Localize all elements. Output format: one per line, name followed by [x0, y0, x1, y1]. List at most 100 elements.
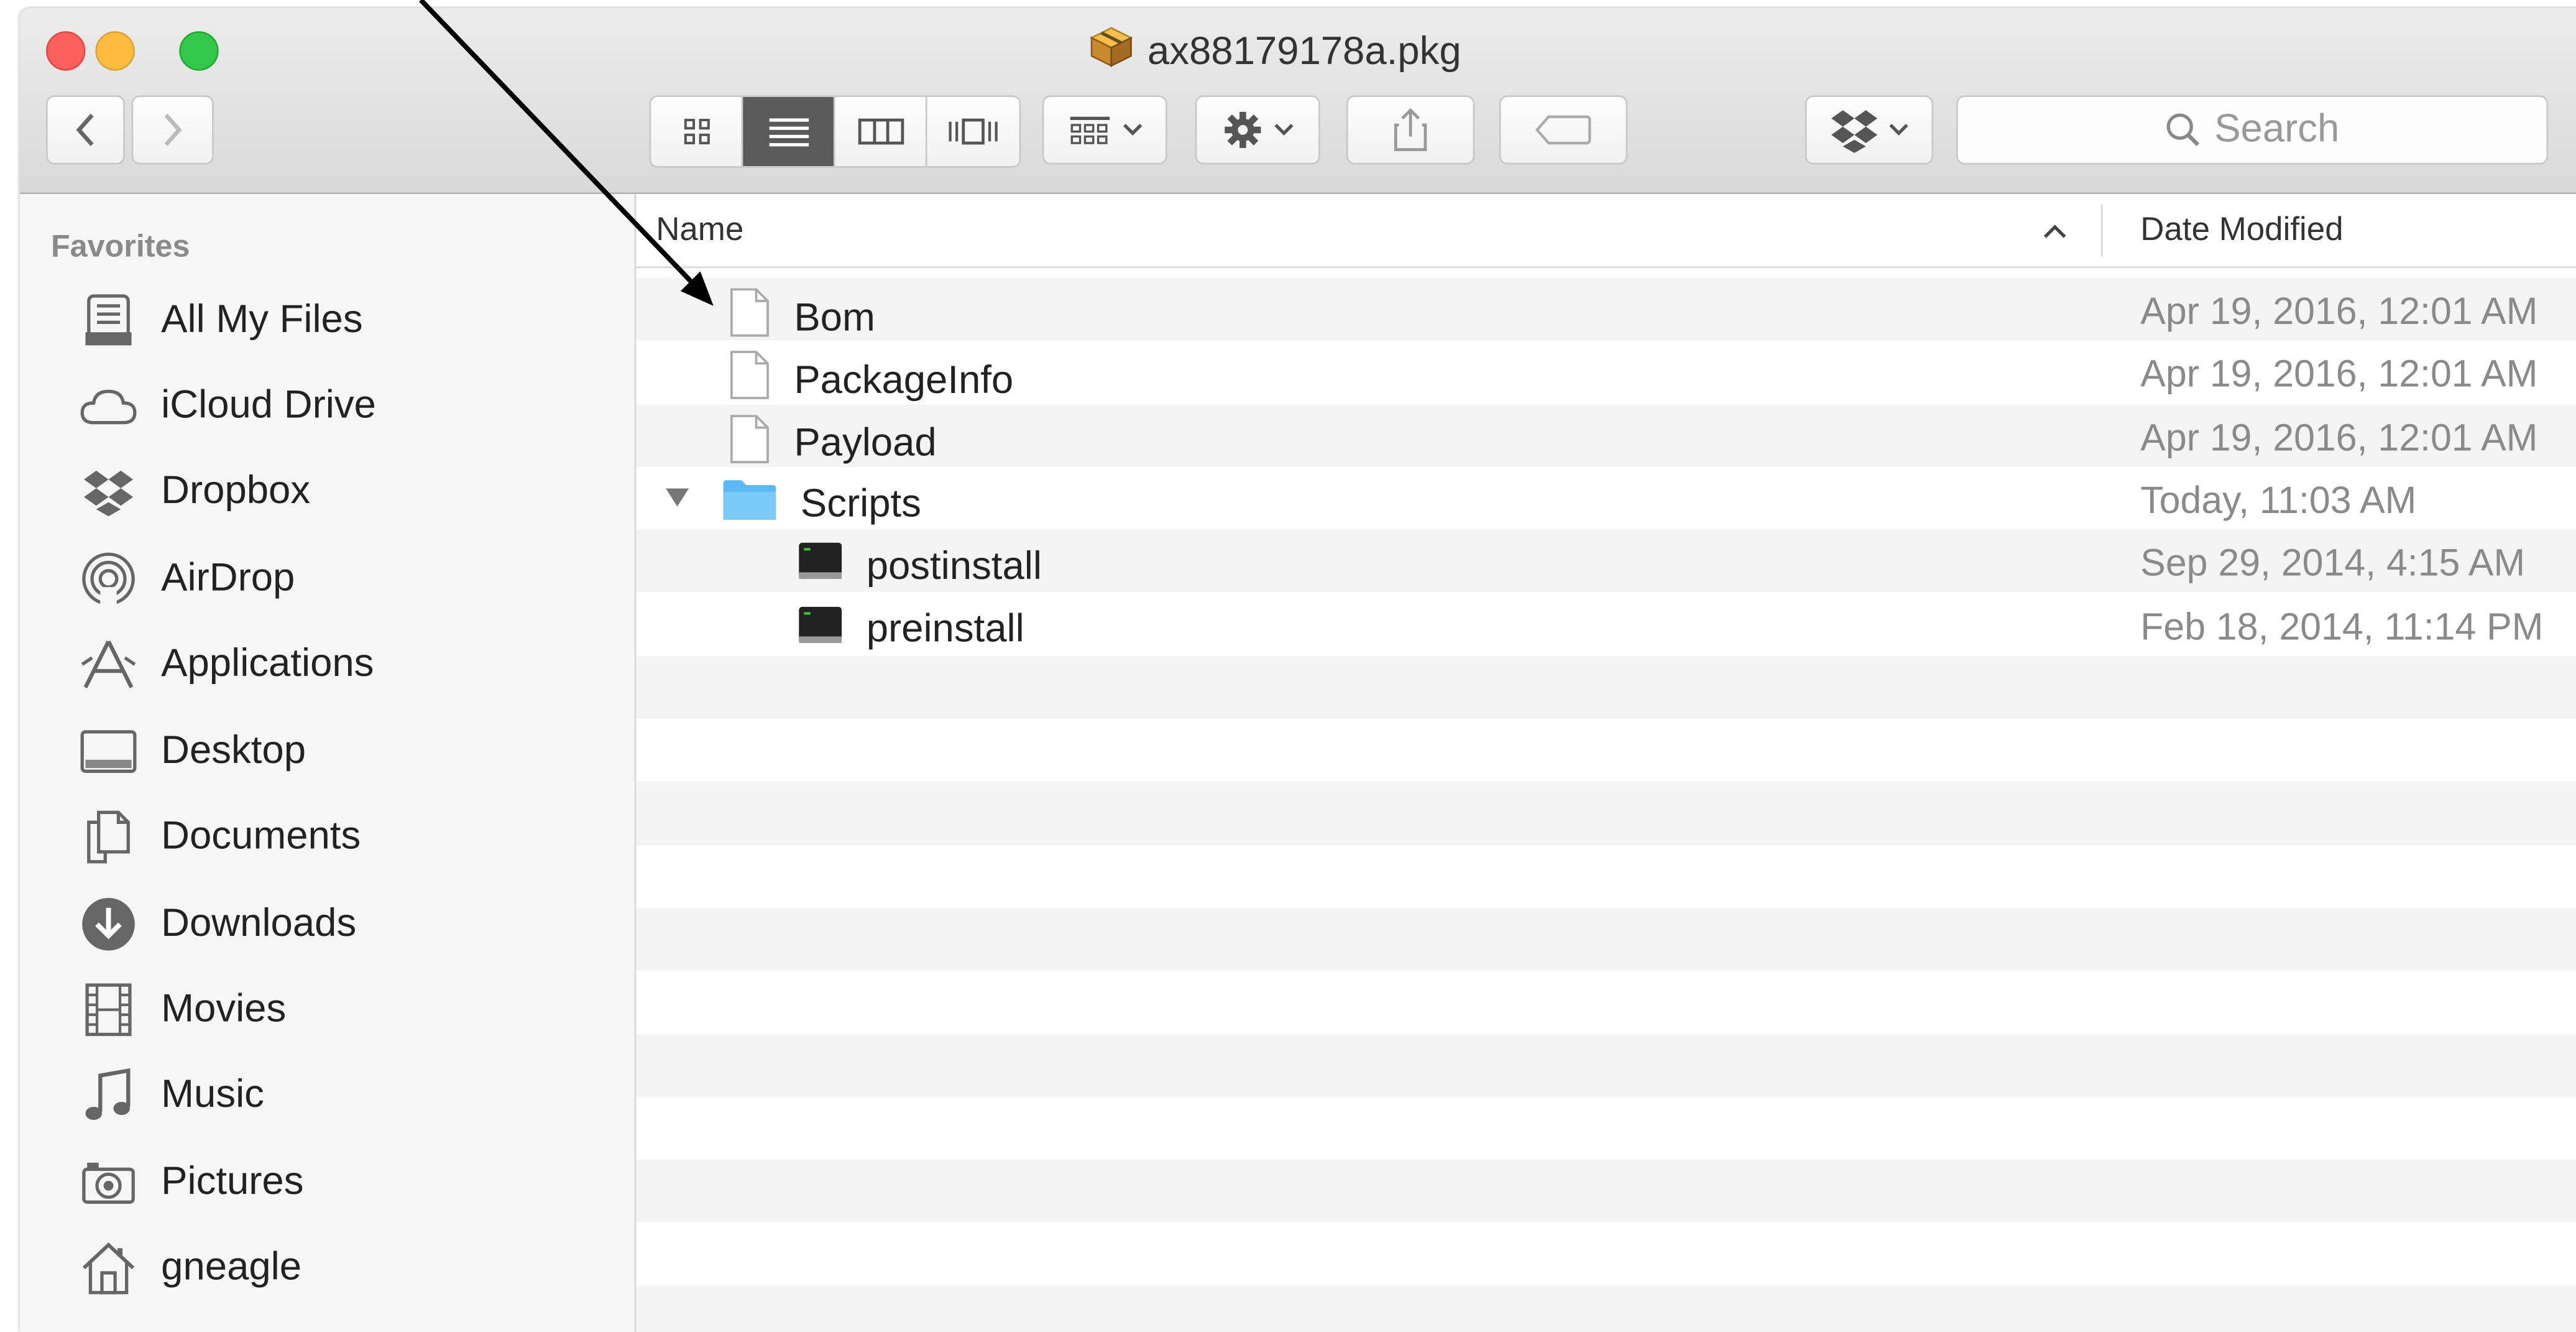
sidebar-item-downloads[interactable]: Downloads — [79, 882, 356, 968]
sidebar-item-music[interactable]: Music — [79, 1053, 264, 1139]
sidebar-item-label: Dropbox — [161, 468, 311, 514]
tags-button[interactable] — [1499, 95, 1628, 165]
sidebar-item-gneagle[interactable]: gneagle — [79, 1225, 301, 1311]
cover-flow-icon — [949, 118, 998, 145]
document-icon — [729, 288, 771, 349]
grid-icon — [683, 119, 709, 145]
zoom-button[interactable] — [179, 31, 219, 71]
columns-icon — [857, 118, 903, 145]
column-header: Name Date Modified — [636, 194, 2576, 269]
forward-button[interactable] — [131, 95, 214, 165]
file-name: Scripts — [800, 482, 921, 527]
sidebar-item-label: iCloud Drive — [161, 383, 376, 428]
action-button[interactable] — [1195, 95, 1320, 165]
camera-icon — [79, 1153, 138, 1212]
file-date: Today, 11:03 AM — [2140, 478, 2417, 522]
file-date: Apr 19, 2016, 12:01 AM — [2140, 352, 2538, 395]
column-date-header[interactable]: Date Modified — [2140, 212, 2343, 250]
file-name: postinstall — [866, 543, 1042, 588]
file-date: Apr 19, 2016, 12:01 AM — [2140, 415, 2538, 458]
cover-flow-button[interactable] — [927, 97, 1019, 167]
file-list: Name Date Modified Bom Apr 19, 2016, 12:… — [636, 194, 2576, 1332]
music-note-icon — [79, 1066, 138, 1125]
documents-icon — [79, 807, 138, 866]
arrange-button[interactable] — [1042, 95, 1167, 165]
back-button[interactable] — [46, 95, 125, 165]
sidebar-item-all-my-files[interactable]: All My Files — [79, 278, 363, 364]
window-title-text: ax88179178a.pkg — [1147, 29, 1461, 73]
film-icon — [79, 980, 138, 1039]
sidebar-section-favorites: Favorites — [50, 230, 190, 265]
document-icon — [729, 351, 771, 412]
titlebar: ax88179178a.pkg Search — [19, 8, 2576, 195]
file-date: Apr 19, 2016, 12:01 AM — [2140, 289, 2538, 333]
search-placeholder: Search — [2214, 106, 2340, 152]
cloud-icon — [79, 377, 138, 436]
download-icon — [79, 895, 138, 954]
sidebar-item-airdrop[interactable]: AirDrop — [79, 536, 295, 622]
sidebar: Favorites All My Files iCloud Drive Drop… — [19, 194, 637, 1332]
tag-icon — [1535, 115, 1591, 145]
sidebar-item-pictures[interactable]: Pictures — [79, 1140, 304, 1226]
file-name: Payload — [794, 421, 937, 466]
sort-ascending-icon — [2042, 214, 2068, 249]
sidebar-item-applications[interactable]: Applications — [79, 622, 374, 708]
table-row[interactable]: preinstall Feb 18, 2014, 11:14 PM — [636, 593, 2576, 655]
list-icon — [768, 118, 808, 147]
table-row[interactable]: postinstall Sep 29, 2014, 4:15 AM — [636, 530, 2576, 593]
column-name-header[interactable]: Name — [656, 212, 743, 250]
sidebar-item-label: Pictures — [161, 1159, 304, 1204]
empty-row — [636, 782, 2576, 845]
window-title: ax88179178a.pkg — [1088, 25, 1461, 79]
desktop-icon — [79, 722, 138, 781]
column-view-button[interactable] — [835, 97, 927, 167]
search-field[interactable]: Search — [1956, 95, 2549, 165]
table-row[interactable]: Payload Apr 19, 2016, 12:01 AM — [636, 404, 2576, 467]
icon-view-button[interactable] — [651, 97, 743, 167]
empty-row — [636, 1285, 2576, 1332]
sidebar-item-icloud-drive[interactable]: iCloud Drive — [79, 363, 376, 449]
dropbox-button[interactable] — [1805, 95, 1934, 165]
file-name: PackageInfo — [794, 358, 1014, 403]
chevron-down-icon — [1889, 124, 1908, 136]
sidebar-item-label: Applications — [161, 641, 374, 686]
share-button[interactable] — [1346, 95, 1475, 165]
empty-row — [636, 1034, 2576, 1097]
sidebar-item-documents[interactable]: Documents — [79, 794, 361, 880]
sidebar-item-label: Documents — [161, 814, 361, 859]
file-date: Sep 29, 2014, 4:15 AM — [2140, 541, 2526, 585]
sidebar-item-label: gneagle — [161, 1244, 302, 1290]
disclosure-triangle-icon[interactable] — [664, 485, 690, 516]
file-name: Bom — [794, 295, 875, 340]
close-button[interactable] — [46, 31, 86, 71]
chevron-right-icon — [164, 113, 182, 146]
empty-row — [636, 655, 2576, 719]
all-my-files-icon — [79, 291, 138, 350]
gear-icon — [1225, 111, 1261, 149]
table-row[interactable]: Scripts Today, 11:03 AM — [636, 467, 2576, 530]
terminal-icon — [798, 603, 844, 657]
share-icon — [1394, 108, 1427, 152]
sidebar-item-label: Downloads — [161, 901, 357, 946]
home-icon — [79, 1238, 138, 1297]
dropbox-icon — [1831, 110, 1878, 153]
finder-window: ax88179178a.pkg Search Favorites All My … — [19, 8, 2576, 1332]
sidebar-item-label: All My Files — [161, 297, 363, 343]
chevron-down-icon — [1274, 124, 1294, 136]
table-row[interactable]: Bom Apr 19, 2016, 12:01 AM — [636, 277, 2576, 341]
sidebar-item-movies[interactable]: Movies — [79, 967, 286, 1053]
folder-icon — [722, 477, 778, 535]
applications-icon — [79, 635, 138, 694]
view-mode-segmented-control — [649, 95, 1021, 168]
sidebar-item-dropbox[interactable]: Dropbox — [79, 449, 310, 535]
sidebar-item-label: AirDrop — [161, 555, 295, 601]
empty-row — [636, 907, 2576, 971]
sidebar-item-desktop[interactable]: Desktop — [79, 709, 306, 795]
terminal-icon — [798, 540, 844, 594]
package-icon — [1088, 25, 1134, 79]
minimize-button[interactable] — [95, 31, 135, 71]
table-row[interactable]: PackageInfo Apr 19, 2016, 12:01 AM — [636, 341, 2576, 404]
chevron-down-icon — [1123, 124, 1143, 136]
list-view-button[interactable] — [743, 97, 835, 167]
sidebar-item-label: Music — [161, 1072, 264, 1117]
